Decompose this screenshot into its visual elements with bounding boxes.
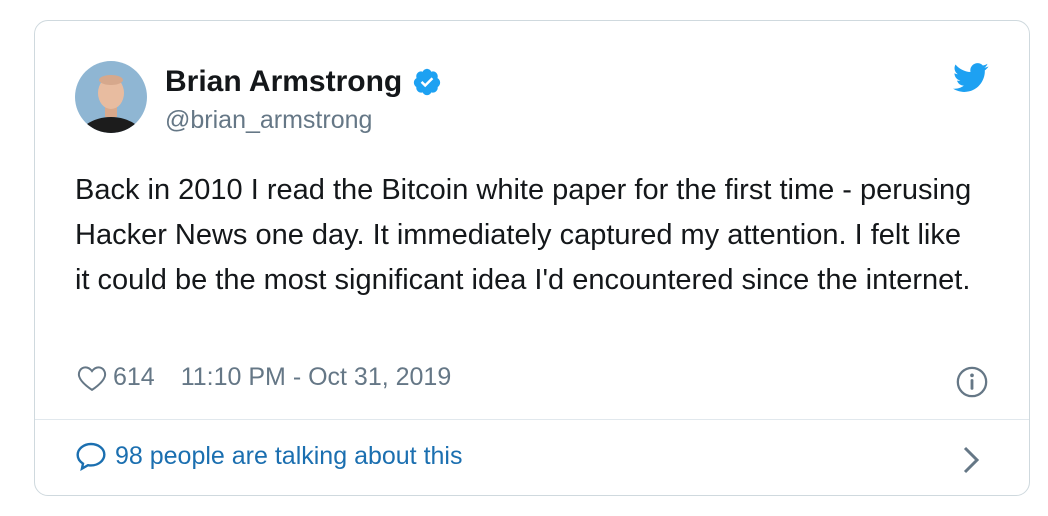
heart-icon[interactable] — [77, 364, 107, 392]
tweet-text: Back in 2010 I read the Bitcoin white pa… — [75, 174, 972, 296]
info-icon[interactable] — [955, 365, 989, 399]
avatar-image — [75, 61, 147, 133]
tweet-card: Brian Armstrong @brian_armstrong Back in… — [34, 20, 1030, 496]
like-count[interactable]: 614 — [113, 363, 155, 392]
author-handle[interactable]: @brian_armstrong — [165, 105, 372, 135]
talking-label: 98 people are talking about this — [115, 441, 463, 470]
author-name-row: Brian Armstrong — [165, 65, 442, 99]
timestamp[interactable]: 11:10 PM - Oct 31, 2019 — [181, 363, 452, 392]
twitter-bird-icon[interactable] — [953, 63, 989, 93]
divider — [35, 419, 1029, 420]
avatar[interactable] — [75, 61, 147, 133]
conversation-link[interactable]: 98 people are talking about this — [75, 441, 463, 472]
speech-bubble-icon — [75, 441, 107, 472]
tweet-meta: 614 11:10 PM - Oct 31, 2019 — [77, 363, 451, 392]
verified-badge-icon — [412, 67, 442, 97]
chevron-right-icon[interactable] — [961, 445, 981, 475]
author-name[interactable]: Brian Armstrong — [165, 65, 402, 99]
